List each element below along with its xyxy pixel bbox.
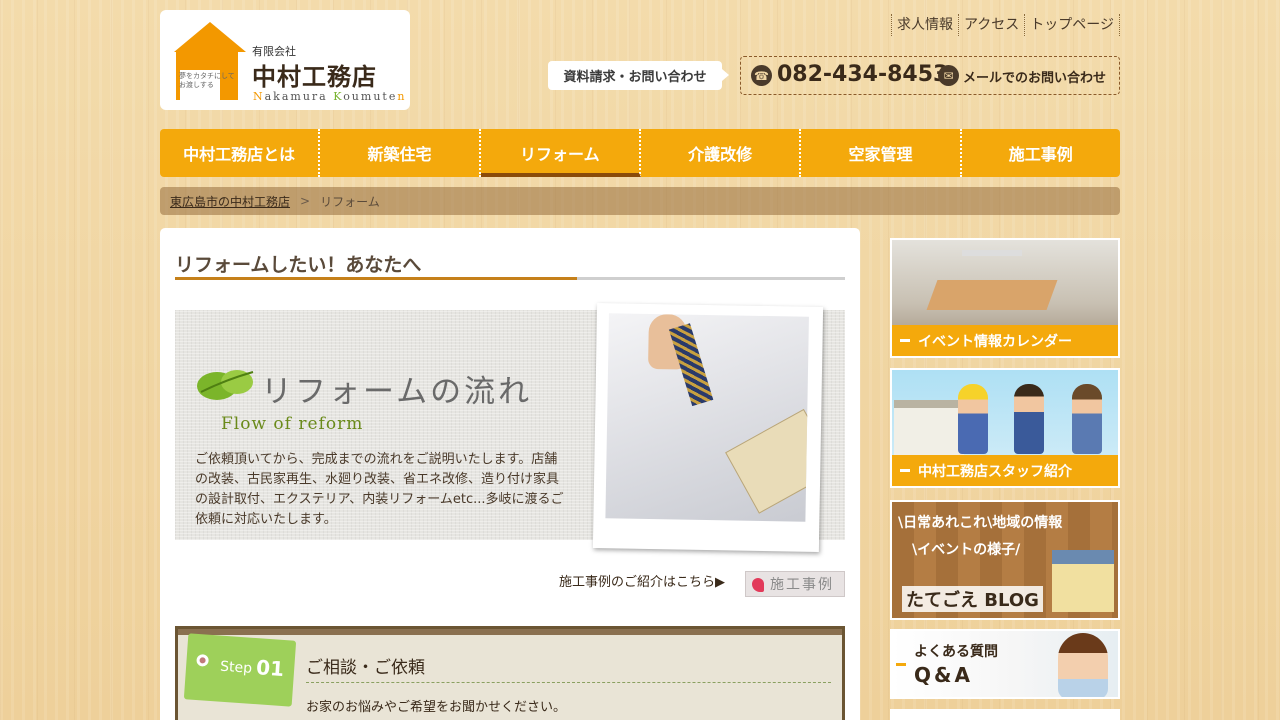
banner-blog-line1: \日常あれこれ\地域の情報: [898, 515, 1063, 531]
step-divider: [306, 682, 831, 683]
nav-item-works[interactable]: 施工事例: [962, 129, 1120, 177]
logo-roman-akamura: akamura: [264, 90, 334, 103]
shoe-icon: [752, 578, 764, 592]
title-underline: [175, 277, 845, 280]
banner-blog[interactable]: \日常あれこれ\地域の情報 \イベントの様子/ たてごえ BLOG: [890, 500, 1120, 620]
logo-company-name: 中村工務店: [252, 63, 377, 91]
banner-blog-title: たてごえ BLOG: [902, 586, 1043, 612]
banner-next[interactable]: [890, 709, 1120, 720]
logo-roman-n-end: n: [397, 90, 407, 103]
logo-roman-k: K: [333, 90, 344, 103]
hero-title: リフォームの流れ: [261, 374, 533, 410]
photo-document: [725, 408, 809, 514]
banner-event-calendar-label: イベント情報カレンダー: [892, 325, 1118, 356]
banner-staff-house: [894, 400, 964, 455]
global-nav: 中村工務店とは 新築住宅 リフォーム 介護改修 空家管理 施工事例: [160, 129, 1120, 177]
utility-link-access[interactable]: アクセス: [957, 14, 1024, 36]
breadcrumb: 東広島市の中村工務店 > リフォーム: [160, 187, 1120, 215]
worker-photo-image: [605, 313, 809, 522]
hero-description: ご依頼頂いてから、完成までの流れをご説明いたします。店舗の改装、古民家再生、水廻…: [195, 452, 564, 527]
staff-illustration-1: [958, 384, 988, 454]
hero-banner: リフォームの流れ Flow of reform ご依頼頂いてから、完成までの流れ…: [175, 303, 845, 552]
banner-faq-line1: よくある質問: [914, 644, 998, 660]
phone-number[interactable]: 082-434-8453: [777, 62, 948, 87]
leaf-icon: [197, 370, 254, 400]
utility-nav: 求人情報 アクセス トップページ: [890, 14, 1120, 36]
logo-tagline: 夢をカタチにしてお渡しする: [179, 72, 235, 89]
banner-faq-person: [1058, 633, 1108, 697]
banner-kitchen-counter: [926, 280, 1058, 310]
works-intro-link[interactable]: 施工事例のご紹介はこちら▶: [559, 571, 725, 590]
page: 夢をカタチにしてお渡しする 有限会社 中村工務店 Nakamura Koumut…: [160, 0, 1120, 720]
worker-photo: [592, 303, 824, 552]
banner-event-calendar[interactable]: イベント情報カレンダー: [890, 238, 1120, 358]
contact-box: ☎ 082-434-8453 ✉ メールでのお問い合わせ: [740, 56, 1120, 95]
banner-staff[interactable]: 中村工務店スタッフ紹介: [890, 368, 1120, 488]
banner-kitchen-lamp: [962, 250, 1022, 256]
step-text: お家のお悩みやご希望をお聞かせください。: [306, 700, 567, 715]
site-logo[interactable]: 夢をカタチにしてお渡しする 有限会社 中村工務店 Nakamura Koumut…: [160, 10, 410, 110]
banner-faq[interactable]: よくある質問 Q&A: [890, 629, 1120, 699]
step-number: 01: [255, 655, 285, 682]
banner-blog-house: [1052, 550, 1114, 612]
nav-item-vacant-house[interactable]: 空家管理: [801, 129, 962, 177]
step-tag-hole: [196, 653, 209, 667]
staff-illustration-2: [1014, 384, 1044, 454]
step-title: ご相談・ご依頼: [306, 658, 425, 678]
step-tag: Step 01: [183, 633, 297, 707]
breadcrumb-home[interactable]: 東広島市の中村工務店: [170, 193, 290, 210]
banner-blog-line2: \イベントの様子/: [912, 542, 1021, 558]
utility-link-recruit[interactable]: 求人情報: [890, 14, 958, 36]
utility-link-top[interactable]: トップページ: [1024, 14, 1119, 36]
nav-item-care-renovation[interactable]: 介護改修: [641, 129, 802, 177]
logo-roman-oumute: oumute: [343, 90, 398, 103]
nav-item-about[interactable]: 中村工務店とは: [160, 129, 321, 177]
breadcrumb-separator: >: [300, 194, 311, 208]
nav-item-new-homes[interactable]: 新築住宅: [320, 129, 481, 177]
mail-contact-link[interactable]: メールでのお問い合わせ: [963, 67, 1106, 86]
page-title: リフォームしたい！あなたへ: [175, 254, 422, 276]
hero-subtitle: Flow of reform: [221, 414, 364, 434]
nav-item-reform[interactable]: リフォーム: [480, 129, 641, 177]
mail-icon: ✉: [938, 65, 959, 86]
breadcrumb-current: リフォーム: [320, 194, 380, 209]
works-button-label: 施工事例: [770, 577, 834, 593]
staff-illustration-3: [1072, 384, 1102, 454]
step-word: Step: [219, 658, 253, 677]
step-card: Step 01 ご相談・ご依頼 お家のお悩みやご希望をお聞かせください。: [175, 626, 845, 720]
banner-faq-bar: [896, 663, 906, 666]
main-content: リフォームしたい！あなたへ リフォームの流れ Flow of reform ご依…: [160, 228, 860, 720]
logo-roman-n: N: [253, 90, 265, 103]
step-frame-top: [178, 629, 842, 635]
request-info-button[interactable]: 資料請求・お問い合わせ: [548, 61, 729, 90]
banner-staff-label: 中村工務店スタッフ紹介: [892, 455, 1118, 486]
phone-icon: ☎: [751, 65, 772, 86]
works-button[interactable]: 施工事例: [745, 571, 845, 597]
title-underline-accent: [175, 277, 577, 280]
banner-faq-line2: Q&A: [914, 663, 973, 687]
logo-romanized: Nakamura Koumuten: [253, 90, 406, 103]
